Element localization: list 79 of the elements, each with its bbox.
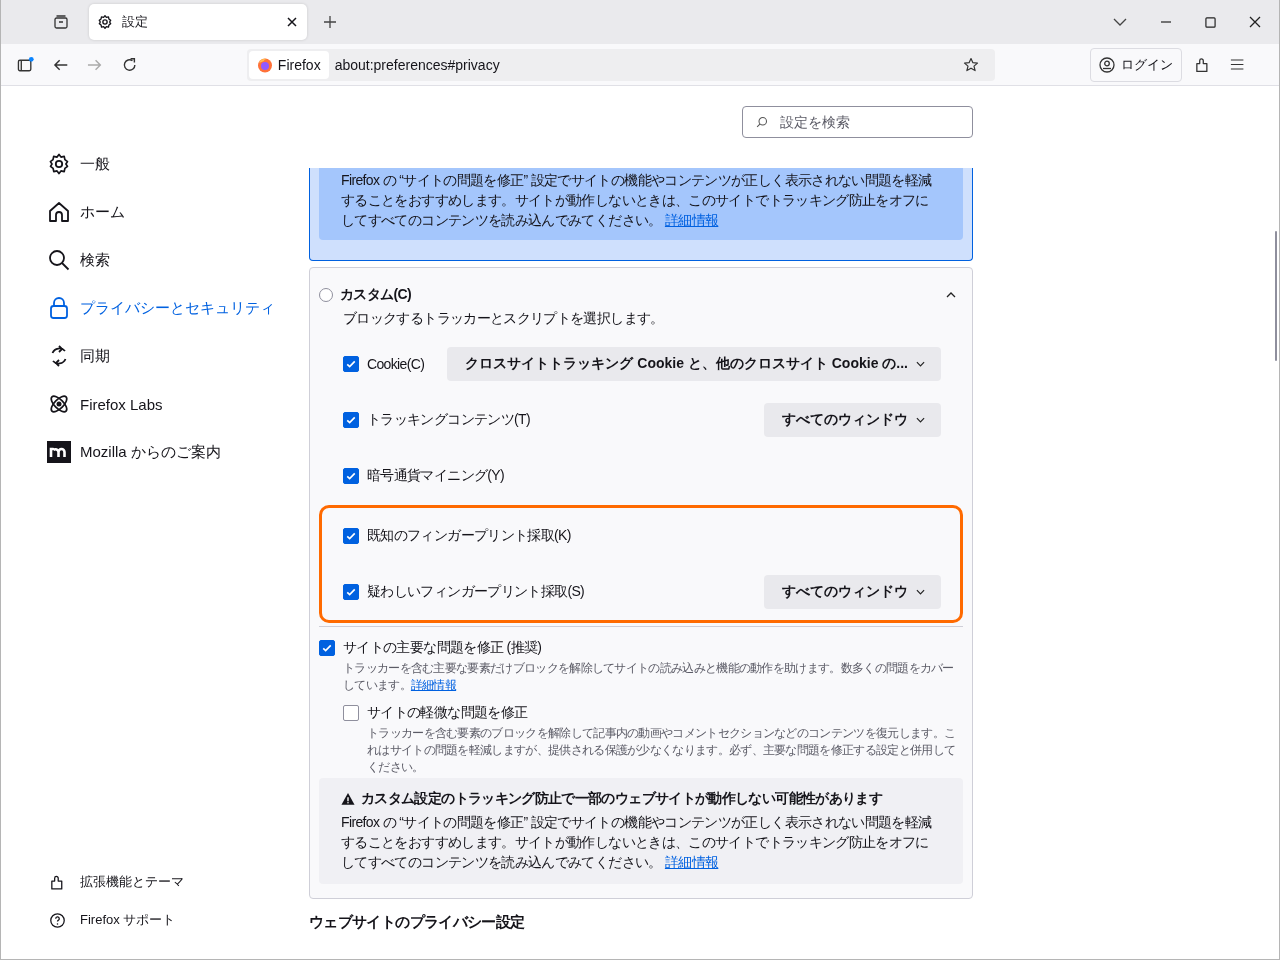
checkbox[interactable] bbox=[343, 468, 359, 484]
option-label: サイトの主要な問題を修正 (推奨) bbox=[343, 639, 542, 657]
checkmark-icon bbox=[345, 586, 357, 598]
warning-icon bbox=[341, 792, 355, 806]
chevron-down-icon bbox=[916, 589, 925, 595]
puzzle-icon[interactable] bbox=[1193, 55, 1211, 74]
tab-list-icon[interactable] bbox=[1113, 18, 1127, 26]
checkbox[interactable] bbox=[343, 528, 359, 544]
warning-text: Firefox の “サイトの問題を修正” 設定でサイトの機能やコンテンツが正しく表示されない問題を軽減することをおすすめします。サイトが動作しないときは、このサイトでトラッキング防止をオフにしてすべてのコンテンツを読み込んでみてください。 詳細情報 bbox=[341, 813, 933, 872]
option-label: 疑わしいフィンガープリント採取(S) bbox=[367, 583, 585, 601]
collapse-icon[interactable] bbox=[946, 292, 956, 298]
sidebar-item[interactable]: 検索 bbox=[47, 236, 309, 284]
mozilla-logo-icon bbox=[47, 440, 71, 464]
chevron-down-icon bbox=[916, 361, 925, 367]
lock-icon bbox=[47, 296, 71, 320]
sidebar-item[interactable]: Mozilla からのご案内 bbox=[47, 428, 309, 476]
checkmark-icon bbox=[345, 530, 357, 542]
search-icon bbox=[47, 248, 71, 272]
browser-tab[interactable]: 設定 bbox=[89, 4, 307, 40]
option-label: 暗号通貨マイニング(Y) bbox=[367, 467, 504, 485]
menu-icon[interactable] bbox=[1229, 57, 1244, 72]
reload-icon[interactable] bbox=[121, 56, 137, 73]
scrollbar-thumb[interactable] bbox=[1275, 231, 1277, 361]
sidebar-item[interactable]: 一般 bbox=[47, 140, 309, 188]
sidebar-item[interactable]: Firefox Labs bbox=[47, 380, 309, 428]
account-icon bbox=[1098, 56, 1115, 73]
checkbox[interactable] bbox=[343, 705, 359, 721]
checkmark-icon bbox=[345, 470, 357, 482]
search-icon bbox=[756, 116, 768, 128]
warning-title: カスタム設定のトラッキング防止で一部のウェブサイトが動作しない可能性があります bbox=[361, 790, 883, 808]
checkmark-icon bbox=[321, 642, 333, 654]
sidebar-item[interactable]: プライバシーとセキュリティ bbox=[47, 284, 309, 332]
learn-more-link[interactable]: 詳細情報 bbox=[664, 854, 719, 870]
sidebar-link[interactable]: Firefox サポート bbox=[47, 901, 309, 939]
address-bar[interactable]: Firefox about:preferences#privacy bbox=[246, 48, 995, 81]
help-icon bbox=[49, 911, 66, 929]
checkmark-icon bbox=[345, 414, 357, 426]
chevron-down-icon bbox=[916, 417, 925, 423]
url-text: about:preferences#privacy bbox=[334, 56, 500, 73]
login-button[interactable]: ログイン bbox=[1089, 47, 1182, 82]
section-heading: ウェブサイトのプライバシー設定 bbox=[309, 913, 526, 932]
notice-text: Firefox の “サイトの問題を修正” 設定でサイトの機能やコンテンツが正しく表示されない問題を軽減することをおすすめします。サイトが動作しないときは、このサイトでトラッキング防止をオフにしてすべてのコンテンツを読み込んでみてください。 詳細情報 bbox=[319, 168, 963, 240]
tab-groups-icon[interactable] bbox=[53, 14, 69, 30]
identity-badge[interactable]: Firefox bbox=[248, 50, 329, 79]
dropdown[interactable]: すべてのウィンドウ bbox=[764, 403, 941, 437]
option-title: カスタム(C) bbox=[340, 286, 411, 304]
gear-icon bbox=[97, 14, 113, 30]
home-icon bbox=[47, 200, 71, 224]
description-text: トラッカーを含む要素のブロックを解除して記事内の動画やコメントセクションなどのコンテンツを復元します。これはサイトの問題を軽減しますが、提供される保護が少なくなります。必ず、主要な問題を修正する設定と併用してください。 bbox=[367, 726, 957, 775]
option-label: トラッキングコンテンツ(T) bbox=[367, 411, 530, 429]
atom-icon bbox=[47, 392, 71, 416]
star-icon[interactable] bbox=[962, 56, 979, 73]
description-text: ブロックするトラッカーとスクリプトを選択します。 bbox=[343, 310, 665, 328]
description-text: トラッカーを含む主要な要素だけブロックを解除してサイトの読み込みと機能の動作を助けます。数多くの問題をカバーしています。詳細情報 bbox=[343, 661, 955, 693]
gear-icon bbox=[47, 152, 71, 176]
maximize-icon[interactable] bbox=[1205, 16, 1216, 28]
search-input[interactable]: 設定を検索 bbox=[778, 113, 962, 131]
tab-title: 設定 bbox=[122, 13, 149, 31]
radio-button[interactable] bbox=[319, 288, 333, 302]
sidebar-item[interactable]: 同期 bbox=[47, 332, 309, 380]
sidebar-icon[interactable] bbox=[17, 55, 35, 74]
checkbox[interactable] bbox=[343, 584, 359, 600]
checkbox[interactable] bbox=[319, 640, 335, 656]
dropdown[interactable]: すべてのウィンドウ bbox=[764, 575, 941, 609]
new-tab-icon[interactable] bbox=[323, 15, 337, 29]
search-field[interactable]: 設定を検索 bbox=[742, 106, 973, 138]
checkbox[interactable] bbox=[343, 356, 359, 372]
checkmark-icon bbox=[345, 358, 357, 370]
close-icon[interactable] bbox=[1249, 16, 1261, 28]
sidebar-item[interactable]: ホーム bbox=[47, 188, 309, 236]
dropdown[interactable]: クロスサイトトラッキング Cookie と、他のクロスサイト Cookie の... bbox=[447, 347, 941, 381]
option-label: Cookie(C) bbox=[367, 356, 425, 372]
learn-more-link[interactable]: 詳細情報 bbox=[410, 679, 457, 691]
option-label: サイトの軽微な問題を修正 bbox=[367, 704, 528, 722]
checkbox[interactable] bbox=[343, 412, 359, 428]
sidebar-link[interactable]: 拡張機能とテーマ bbox=[47, 863, 309, 901]
close-icon[interactable] bbox=[287, 17, 297, 27]
fox-logo-icon bbox=[256, 56, 273, 73]
option-label: 既知のフィンガープリント採取(K) bbox=[367, 527, 571, 545]
